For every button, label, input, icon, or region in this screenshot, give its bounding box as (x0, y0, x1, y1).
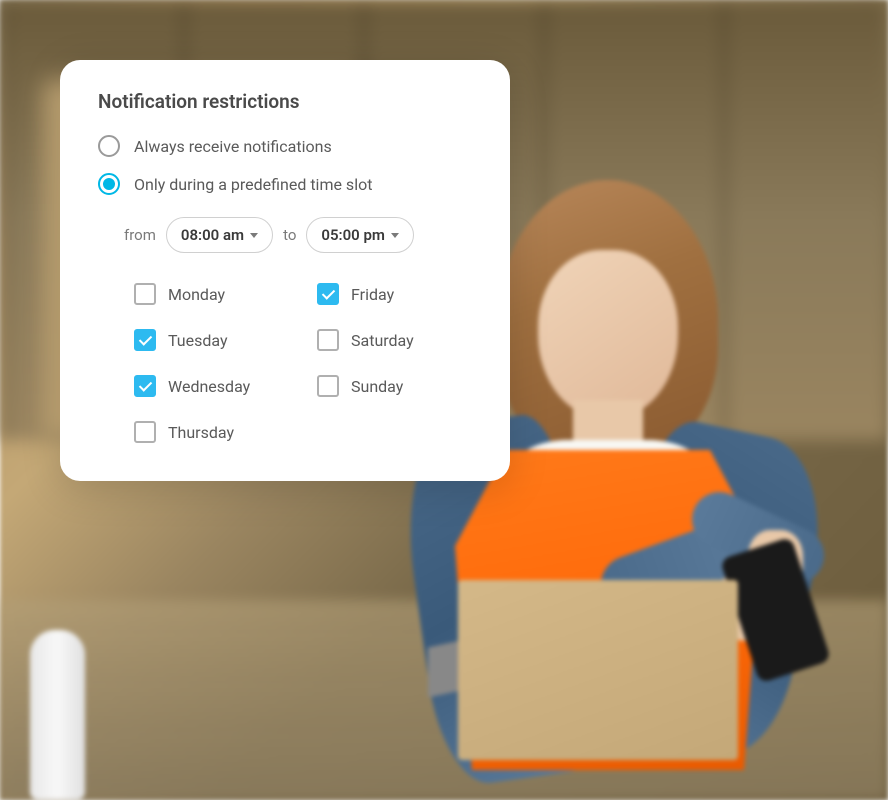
day-checkbox-sunday[interactable]: Sunday (317, 375, 472, 397)
day-checkbox-tuesday[interactable]: Tuesday (134, 329, 289, 351)
radio-label: Always receive notifications (134, 137, 332, 156)
radio-option-always[interactable]: Always receive notifications (98, 135, 472, 157)
from-label: from (124, 226, 156, 244)
day-label: Tuesday (168, 331, 228, 350)
checkbox-icon (317, 283, 339, 305)
day-label: Thursday (168, 423, 234, 442)
card-title: Notification restrictions (98, 90, 472, 113)
day-label: Monday (168, 285, 225, 304)
from-time-value: 08:00 am (181, 226, 244, 244)
day-label: Sunday (351, 377, 403, 396)
to-time-value: 05:00 pm (321, 226, 385, 244)
from-time-select[interactable]: 08:00 am (166, 217, 273, 253)
day-checkbox-wednesday[interactable]: Wednesday (134, 375, 289, 397)
checkbox-icon (134, 421, 156, 443)
day-checkbox-thursday[interactable]: Thursday (134, 421, 289, 443)
radio-icon (98, 135, 120, 157)
day-checkbox-friday[interactable]: Friday (317, 283, 472, 305)
to-label: to (283, 226, 296, 244)
checkbox-icon (134, 375, 156, 397)
days-grid: Monday Friday Tuesday Saturday Wednesday Sund… (98, 283, 472, 443)
day-label: Wednesday (168, 377, 250, 396)
day-checkbox-monday[interactable]: Monday (134, 283, 289, 305)
day-checkbox-saturday[interactable]: Saturday (317, 329, 472, 351)
checkbox-icon (317, 329, 339, 351)
radio-option-timeslot[interactable]: Only during a predefined time slot (98, 173, 472, 195)
chevron-down-icon (391, 233, 399, 238)
chevron-down-icon (250, 233, 258, 238)
time-range-row: from 08:00 am to 05:00 pm (98, 217, 472, 253)
checkbox-icon (317, 375, 339, 397)
to-time-select[interactable]: 05:00 pm (306, 217, 414, 253)
radio-icon (98, 173, 120, 195)
checkbox-icon (134, 283, 156, 305)
checkbox-icon (134, 329, 156, 351)
day-label: Friday (351, 285, 394, 304)
notification-restrictions-card: Notification restrictions Always receive… (60, 60, 510, 481)
radio-label: Only during a predefined time slot (134, 175, 372, 194)
day-label: Saturday (351, 331, 414, 350)
